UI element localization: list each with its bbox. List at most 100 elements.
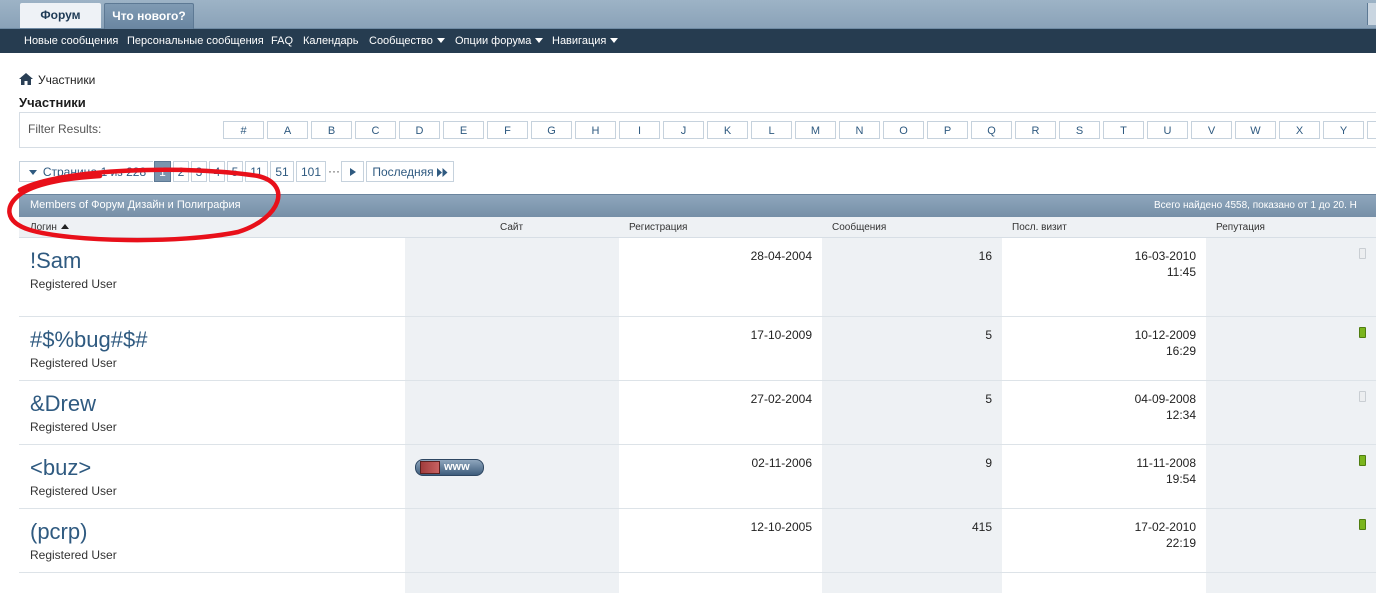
registration-date: 12-10-2005 — [750, 520, 812, 534]
next-page-button[interactable] — [341, 161, 364, 182]
page-11[interactable]: 11 — [245, 161, 268, 182]
col-site[interactable]: Сайт — [500, 222, 523, 233]
last-visit-cell: 11-11-2008 19:54 — [1002, 445, 1206, 508]
nav-navigation[interactable]: Навигация — [552, 29, 619, 53]
username-link[interactable]: #$%bug#$# — [30, 327, 147, 353]
filter-letter-t[interactable]: T — [1103, 121, 1144, 139]
filter-letter-next[interactable] — [1367, 121, 1376, 139]
username-link[interactable]: (pcrp) — [30, 519, 87, 545]
page-summary-dropdown[interactable]: Страница 1 из 228 — [19, 161, 153, 182]
filter-letter-o[interactable]: O — [883, 121, 924, 139]
nav-forum-options[interactable]: Опции форума — [455, 29, 544, 53]
col-login[interactable]: Логин — [30, 222, 69, 233]
post-count[interactable]: 16 — [979, 248, 992, 264]
nav-calendar[interactable]: Календарь — [303, 29, 359, 53]
filter-letter-c[interactable]: C — [355, 121, 396, 139]
page-51[interactable]: 51 — [270, 161, 294, 182]
login-cell — [19, 573, 405, 593]
page-1[interactable]: 1 — [154, 161, 171, 182]
page-4[interactable]: 4 — [209, 161, 225, 182]
filter-letter-y[interactable]: Y — [1323, 121, 1364, 139]
website-label: www — [444, 461, 470, 473]
last-visit-cell: 10-12-2009 16:29 — [1002, 317, 1206, 380]
col-reputation[interactable]: Репутация — [1216, 222, 1265, 233]
chevron-down-icon — [535, 38, 544, 43]
filter-letter-p[interactable]: P — [927, 121, 968, 139]
filter-letter-n[interactable]: N — [839, 121, 880, 139]
last-visit-date: 17-02-2010 — [1134, 520, 1196, 534]
table-row-partial — [19, 573, 1376, 593]
nav-new-posts[interactable]: Новые сообщения — [24, 29, 118, 53]
user-title: Registered User — [30, 277, 117, 291]
username-link[interactable]: !Sam — [30, 248, 81, 274]
posts-cell: 9 — [822, 445, 1002, 508]
reputation-cell — [1206, 238, 1376, 316]
col-posts[interactable]: Сообщения — [832, 222, 886, 233]
filter-letter-w[interactable]: W — [1235, 121, 1276, 139]
breadcrumb: Участники — [19, 72, 95, 88]
post-count[interactable]: 5 — [985, 391, 992, 407]
page-101[interactable]: 101 — [296, 161, 326, 182]
filter-letter-r[interactable]: R — [1015, 121, 1056, 139]
nav-community[interactable]: Сообщество — [369, 29, 445, 53]
filter-letter-e[interactable]: E — [443, 121, 484, 139]
post-count[interactable]: 415 — [972, 519, 992, 535]
filter-letter-q[interactable]: Q — [971, 121, 1012, 139]
home-icon[interactable] — [19, 73, 33, 85]
registration-date: 27-02-2004 — [750, 392, 812, 406]
registration-cell: 17-10-2009 — [619, 317, 822, 380]
filter-letter-m[interactable]: M — [795, 121, 836, 139]
col-registration[interactable]: Регистрация — [629, 222, 687, 233]
page-3[interactable]: 3 — [191, 161, 207, 182]
nav-faq[interactable]: FAQ — [271, 29, 293, 53]
nav-forum-options-label: Опции форума — [455, 35, 532, 47]
post-count[interactable]: 9 — [985, 455, 992, 471]
post-count[interactable]: 5 — [985, 327, 992, 343]
filter-letter-l[interactable]: L — [751, 121, 792, 139]
reputation-icon — [1359, 327, 1366, 338]
col-last-visit[interactable]: Посл. визит — [1012, 222, 1067, 233]
nav-faq-label: FAQ — [271, 35, 294, 47]
members-table-title: Members of Форум Дизайн и Полиграфия — [30, 199, 241, 211]
posts-cell: 5 — [822, 381, 1002, 444]
username-link[interactable]: <buz> — [30, 455, 91, 481]
col-login-label: Логин — [30, 222, 57, 233]
last-visit: 10-12-2009 16:29 — [1135, 327, 1196, 359]
last-visit-cell: 16-03-2010 11:45 — [1002, 238, 1206, 316]
last-visit: 04-09-2008 12:34 — [1135, 391, 1196, 423]
filter-letter-i[interactable]: I — [619, 121, 660, 139]
filter-letter-j[interactable]: J — [663, 121, 704, 139]
reputation-cell — [1206, 445, 1376, 508]
last-page-label: Последняя — [372, 165, 434, 179]
filter-letter-v[interactable]: V — [1191, 121, 1232, 139]
filter-label: Filter Results: — [28, 122, 102, 136]
page-5[interactable]: 5 — [227, 161, 243, 182]
filter-letter-s[interactable]: S — [1059, 121, 1100, 139]
registration-cell: 02-11-2006 — [619, 445, 822, 508]
tab-forum[interactable]: Форум — [20, 3, 101, 28]
last-visit-cell — [1002, 573, 1206, 593]
filter-letter-b[interactable]: B — [311, 121, 352, 139]
filter-results-bar: Filter Results: # A B C D E F G H I J K L M N O P Q R S T U V W… — [19, 112, 1376, 148]
filter-letter-hash[interactable]: # — [223, 121, 264, 139]
filter-letter-h[interactable]: H — [575, 121, 616, 139]
nav-calendar-label: Календарь — [303, 35, 359, 47]
filter-letter-a[interactable]: A — [267, 121, 308, 139]
last-visit-date: 10-12-2009 — [1134, 328, 1196, 342]
members-table-header: Members of Форум Дизайн и Полиграфия Все… — [19, 194, 1376, 217]
filter-letter-u[interactable]: U — [1147, 121, 1188, 139]
filter-letter-x[interactable]: X — [1279, 121, 1320, 139]
website-button[interactable]: www — [415, 459, 484, 476]
nav-private-messages[interactable]: Персональные сообщения — [127, 29, 264, 53]
registration-date: 17-10-2009 — [750, 328, 812, 342]
breadcrumb-current[interactable]: Участники — [38, 73, 95, 87]
filter-letter-g[interactable]: G — [531, 121, 572, 139]
filter-letter-f[interactable]: F — [487, 121, 528, 139]
last-page-button[interactable]: Последняя — [366, 161, 454, 182]
filter-letter-k[interactable]: K — [707, 121, 748, 139]
page-2[interactable]: 2 — [173, 161, 189, 182]
tab-whats-new[interactable]: Что нового? — [104, 3, 194, 29]
table-row: #$%bug#$# Registered User 17-10-2009 5 10-12… — [19, 317, 1376, 381]
filter-letter-d[interactable]: D — [399, 121, 440, 139]
username-link[interactable]: &Drew — [30, 391, 96, 417]
